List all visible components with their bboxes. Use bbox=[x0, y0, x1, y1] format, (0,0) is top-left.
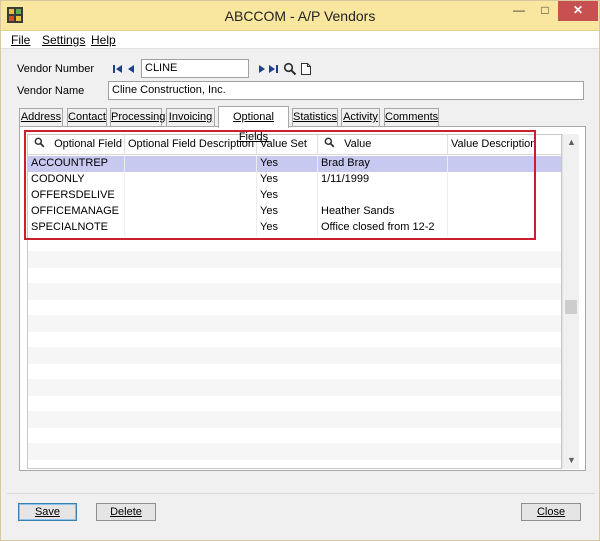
tab-invoicing[interactable]: Invoicing bbox=[166, 108, 215, 127]
cell-value[interactable] bbox=[318, 188, 448, 204]
close-window-button[interactable]: ✕ bbox=[558, 1, 598, 21]
empty-row[interactable] bbox=[28, 380, 561, 396]
first-record-icon[interactable] bbox=[112, 62, 124, 76]
table-row[interactable]: ACCOUNTREP Yes Brad Bray bbox=[28, 156, 561, 172]
menu-help[interactable]: Help bbox=[91, 33, 116, 47]
vendor-name-label: Vendor Name bbox=[17, 85, 85, 97]
cell-value[interactable]: Office closed from 12-2 bbox=[318, 220, 448, 236]
close-button[interactable]: Close bbox=[521, 503, 581, 521]
table-row[interactable]: SPECIALNOTE Yes Office closed from 12-2 bbox=[28, 220, 561, 236]
save-button[interactable]: Save bbox=[18, 503, 77, 521]
header-description[interactable]: Optional Field Description bbox=[125, 135, 257, 155]
cell-description[interactable] bbox=[125, 156, 257, 172]
empty-row[interactable] bbox=[28, 412, 561, 428]
cell-description[interactable] bbox=[125, 172, 257, 188]
empty-row[interactable] bbox=[28, 300, 561, 316]
tab-contact[interactable]: Contact bbox=[67, 108, 107, 127]
cell-value-description[interactable] bbox=[448, 156, 561, 172]
cell-value[interactable]: Heather Sands bbox=[318, 204, 448, 220]
vendor-number-label: Vendor Number bbox=[17, 63, 95, 75]
title-bar[interactable]: ABCCOM - A/P Vendors — □ ✕ bbox=[1, 1, 599, 31]
empty-row[interactable] bbox=[28, 284, 561, 300]
cell-description[interactable] bbox=[125, 204, 257, 220]
empty-row[interactable] bbox=[28, 316, 561, 332]
cell-field[interactable]: OFFERSDELIVE bbox=[28, 188, 125, 204]
tab-activity[interactable]: Activity bbox=[341, 108, 380, 127]
cell-value[interactable]: Brad Bray bbox=[318, 156, 448, 172]
header-optional-field-label: Optional Field bbox=[54, 138, 122, 150]
menu-settings-label: Settings bbox=[42, 33, 86, 47]
app-window: ABCCOM - A/P Vendors — □ ✕ File Settings… bbox=[0, 0, 600, 541]
search-icon[interactable] bbox=[283, 62, 297, 76]
cell-value-set[interactable]: Yes bbox=[257, 220, 318, 236]
cell-value-description[interactable] bbox=[448, 172, 561, 188]
value-finder-icon[interactable] bbox=[324, 137, 335, 148]
cell-description[interactable] bbox=[125, 188, 257, 204]
optional-fields-grid[interactable]: Optional Field Optional Field Descriptio… bbox=[27, 134, 562, 469]
empty-row[interactable] bbox=[28, 268, 561, 284]
empty-row[interactable] bbox=[28, 332, 561, 348]
cell-value-description[interactable] bbox=[448, 188, 561, 204]
cell-value[interactable]: 1/11/1999 bbox=[318, 172, 448, 188]
tab-statistics[interactable]: Statistics bbox=[292, 108, 338, 127]
table-row[interactable]: CODONLY Yes 1/11/1999 bbox=[28, 172, 561, 188]
menu-file-label: File bbox=[11, 33, 31, 47]
header-value-description[interactable]: Value Description bbox=[448, 135, 561, 155]
menu-help-label: Help bbox=[91, 33, 116, 47]
vendor-name-input[interactable]: Cline Construction, Inc. bbox=[108, 81, 584, 100]
optional-fields-panel: Optional Field Optional Field Descriptio… bbox=[19, 126, 586, 471]
delete-button[interactable]: Delete bbox=[96, 503, 156, 521]
maximize-button[interactable]: □ bbox=[532, 1, 558, 21]
header-value-label: Value bbox=[344, 138, 372, 150]
scroll-up-icon[interactable]: ▲ bbox=[563, 134, 580, 151]
table-row[interactable]: OFFICEMANAGE Yes Heather Sands bbox=[28, 204, 561, 220]
minimize-button[interactable]: — bbox=[506, 1, 532, 21]
tab-processing[interactable]: Processing bbox=[110, 108, 165, 127]
divider bbox=[7, 493, 595, 494]
previous-record-icon[interactable] bbox=[126, 62, 138, 76]
tab-comments[interactable]: Comments bbox=[384, 108, 439, 127]
tab-address[interactable]: Address bbox=[19, 108, 63, 127]
scroll-down-icon[interactable]: ▼ bbox=[563, 452, 580, 469]
cell-value-set[interactable]: Yes bbox=[257, 204, 318, 220]
empty-row[interactable] bbox=[28, 364, 561, 380]
tab-optional-fields[interactable]: Optional Fields bbox=[218, 106, 289, 143]
table-row[interactable]: OFFERSDELIVE Yes bbox=[28, 188, 561, 204]
menu-file[interactable]: File bbox=[11, 33, 30, 47]
cell-value-set[interactable]: Yes bbox=[257, 188, 318, 204]
empty-row[interactable] bbox=[28, 444, 561, 460]
empty-row[interactable] bbox=[28, 236, 561, 252]
empty-row[interactable] bbox=[28, 428, 561, 444]
cell-value-description[interactable] bbox=[448, 220, 561, 236]
empty-row[interactable] bbox=[28, 348, 561, 364]
cell-field[interactable]: OFFICEMANAGE bbox=[28, 204, 125, 220]
cell-value-set[interactable]: Yes bbox=[257, 172, 318, 188]
empty-row[interactable] bbox=[28, 396, 561, 412]
header-value[interactable]: Value bbox=[318, 135, 448, 155]
menu-settings[interactable]: Settings bbox=[42, 33, 85, 47]
scrollbar-thumb[interactable] bbox=[565, 300, 577, 314]
optional-field-finder-icon[interactable] bbox=[34, 137, 45, 148]
cell-field[interactable]: CODONLY bbox=[28, 172, 125, 188]
vertical-scrollbar[interactable]: ▲ ▼ bbox=[562, 134, 579, 469]
next-record-icon[interactable] bbox=[255, 62, 267, 76]
menu-bar: File Settings Help bbox=[1, 31, 599, 49]
new-document-icon[interactable] bbox=[300, 62, 312, 76]
cell-field[interactable]: SPECIALNOTE bbox=[28, 220, 125, 236]
cell-field[interactable]: ACCOUNTREP bbox=[28, 156, 125, 172]
grid-header: Optional Field Optional Field Descriptio… bbox=[28, 135, 561, 155]
empty-row[interactable] bbox=[28, 252, 561, 268]
header-optional-field[interactable]: Optional Field bbox=[28, 135, 125, 155]
cell-value-set[interactable]: Yes bbox=[257, 156, 318, 172]
cell-value-description[interactable] bbox=[448, 204, 561, 220]
vendor-number-input[interactable]: CLINE bbox=[141, 59, 249, 78]
cell-description[interactable] bbox=[125, 220, 257, 236]
last-record-icon[interactable] bbox=[267, 62, 279, 76]
